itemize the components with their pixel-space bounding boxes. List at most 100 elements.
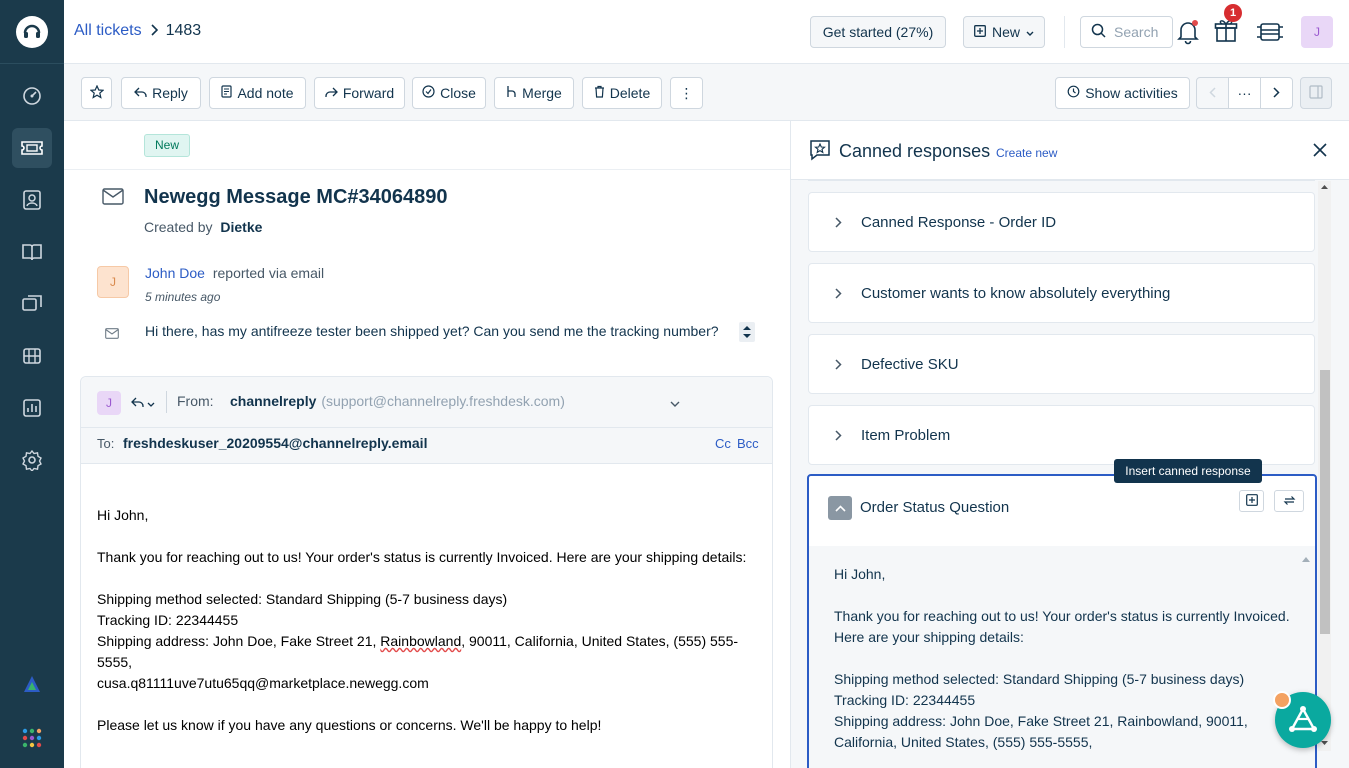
expanded-title: Order Status Question — [860, 499, 1010, 516]
preview-shipping-method: Shipping method selected: Standard Shipp… — [834, 671, 1245, 687]
nav-knowledge-base-icon[interactable] — [12, 232, 52, 272]
agent-avatar: J — [97, 391, 121, 415]
swap-icon — [1283, 493, 1296, 509]
show-activities-label: Show activities — [1085, 85, 1178, 101]
more-actions-button[interactable]: ⋮ — [670, 77, 703, 109]
gift-count-badge: 1 — [1224, 4, 1242, 22]
reply-greeting: Hi John, — [97, 507, 149, 523]
new-button[interactable]: New — [963, 16, 1045, 48]
insert-canned-response-button[interactable] — [1239, 490, 1264, 512]
status-badge: New — [144, 134, 191, 157]
canned-response-item[interactable]: Defective SKU — [808, 334, 1315, 394]
breadcrumb: All tickets 1483 — [74, 22, 201, 40]
to-label: To: — [97, 436, 115, 451]
nav-settings-icon[interactable] — [12, 440, 52, 480]
customer-message: Hi there, has my antifreeze tester been … — [145, 323, 719, 339]
reply-type-dropdown[interactable] — [131, 395, 155, 411]
reply-icon — [134, 85, 147, 101]
delete-button[interactable]: Delete — [582, 77, 662, 109]
canned-response-item[interactable]: Canned Response - Order ID — [808, 192, 1315, 252]
nav-dashboard-icon[interactable] — [12, 76, 52, 116]
reply-address-email: cusa.q81111uve7utu65qq@marketplace.neweg… — [97, 675, 429, 691]
expand-message-icon[interactable] — [739, 322, 755, 342]
insert-tooltip: Insert canned response — [1114, 459, 1262, 483]
freddy-ai-icon[interactable] — [12, 664, 52, 704]
ticket-subject: Newegg Message MC#34064890 — [144, 186, 448, 208]
reply-closing: Please let us know if you have any quest… — [97, 717, 602, 733]
reply-address: Shipping address: John Doe, Fake Street … — [97, 631, 772, 673]
forward-icon — [325, 85, 338, 101]
from-select[interactable]: channelreply (support@channelreply.fresh… — [230, 393, 565, 409]
requester-name-link[interactable]: John Doe — [145, 265, 205, 281]
toggle-panel-button[interactable] — [1300, 77, 1332, 109]
ticket-list-button[interactable]: ··· — [1228, 77, 1261, 109]
chevron-right-icon — [827, 424, 849, 446]
network-icon — [1288, 705, 1318, 736]
collapse-chevron-up-icon[interactable] — [828, 496, 852, 520]
ticket-number: 1483 — [165, 22, 202, 39]
replace-canned-response-button[interactable] — [1274, 490, 1304, 512]
star-button[interactable] — [81, 77, 112, 109]
get-started-button[interactable]: Get started (27%) — [810, 16, 946, 48]
ellipsis-icon: ··· — [1237, 85, 1252, 101]
breadcrumb-all-tickets-link[interactable]: All tickets — [74, 22, 142, 40]
preview-text: Hi John, Thank you for reaching out to u… — [834, 564, 1304, 753]
search-input[interactable]: Search — [1080, 16, 1173, 48]
to-recipient[interactable]: freshdeskuser_20209554@channelreply.emai… — [123, 435, 427, 451]
canned-response-title: Item Problem — [861, 426, 951, 444]
reply-button[interactable]: Reply — [121, 77, 201, 109]
chevron-right-icon — [827, 353, 849, 375]
notifications-bell-icon[interactable] — [1177, 19, 1199, 45]
chevron-left-icon — [1209, 85, 1216, 101]
merge-label: Merge — [522, 85, 562, 101]
more-vertical-icon: ⋮ — [679, 84, 694, 101]
panel-scrollbar-thumb[interactable] — [1320, 370, 1330, 634]
close-ticket-button[interactable]: Close — [412, 77, 486, 109]
previous-ticket-button[interactable] — [1196, 77, 1229, 109]
show-activities-button[interactable]: Show activities — [1055, 77, 1190, 109]
reply-line: Thank you for reaching out to us! Your o… — [97, 549, 747, 565]
merge-button[interactable]: Merge — [494, 77, 574, 109]
chevron-right-icon — [1273, 85, 1280, 101]
nav-forums-icon[interactable] — [12, 284, 52, 324]
requester-avatar: J — [97, 266, 129, 298]
bcc-link[interactable]: Bcc — [737, 436, 759, 451]
user-avatar[interactable]: J — [1301, 16, 1333, 48]
cc-link[interactable]: Cc — [715, 436, 731, 451]
preview-address: Shipping address: John Doe, Fake Street … — [834, 713, 1248, 750]
app-switcher-icon[interactable] — [12, 718, 52, 758]
chevron-down-icon — [1026, 24, 1034, 40]
close-icon[interactable] — [1312, 142, 1328, 161]
star-icon — [89, 84, 104, 102]
history-icon — [1067, 85, 1080, 101]
canned-responses-panel: Canned responses Create new Canned Respo… — [790, 121, 1349, 768]
sidebar-divider — [0, 63, 64, 64]
canned-response-preview: Hi John, Thank you for reaching out to u… — [809, 546, 1315, 768]
from-chevron-down-icon[interactable] — [670, 395, 680, 411]
address-city-misspelled: Rainbowland — [380, 633, 462, 649]
nav-tickets-icon[interactable] — [12, 128, 52, 168]
from-name: channelreply — [230, 393, 317, 409]
reply-label: Reply — [152, 85, 188, 101]
nav-contacts-icon[interactable] — [12, 180, 52, 220]
reply-icon — [131, 395, 144, 411]
create-new-link[interactable]: Create new — [996, 146, 1057, 160]
divider — [808, 180, 1315, 181]
time-ago: 5 minutes ago — [145, 290, 221, 304]
ticket-detail: New Newegg Message MC#34064890 Created b… — [64, 121, 790, 768]
close-label: Close — [440, 85, 476, 101]
from-label: From: — [177, 393, 214, 409]
canned-response-expanded: Order Status Question Hi John, Thank you… — [807, 474, 1317, 768]
forward-button[interactable]: Forward — [314, 77, 405, 109]
divider — [64, 169, 790, 170]
reply-body-editor[interactable]: Hi John, Thank you for reaching out to u… — [97, 505, 772, 736]
canned-response-item[interactable]: Item Problem — [808, 405, 1315, 465]
assets-toolbar-icon[interactable] — [1256, 20, 1284, 44]
canned-response-item[interactable]: Customer wants to know absolutely everyt… — [808, 263, 1315, 323]
nav-reports-icon[interactable] — [12, 388, 52, 428]
freshdesk-logo-icon[interactable] — [16, 16, 48, 48]
add-note-button[interactable]: Add note — [209, 77, 306, 109]
preview-scroll-up-icon[interactable] — [1301, 550, 1311, 562]
nav-assets-icon[interactable] — [12, 336, 52, 376]
next-ticket-button[interactable] — [1260, 77, 1293, 109]
